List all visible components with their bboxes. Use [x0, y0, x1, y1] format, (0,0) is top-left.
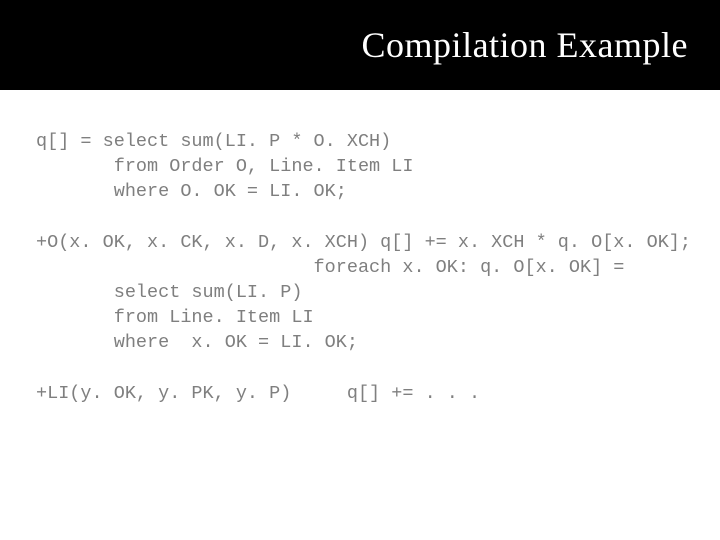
code-line: +LI(y. OK, y. PK, y. P) q[] += . . . [36, 383, 480, 404]
code-line: from Line. Item LI [36, 307, 314, 328]
slide-body: q[] = select sum(LI. P * O. XCH) from Or… [0, 90, 720, 407]
code-line: where O. OK = LI. OK; [36, 181, 347, 202]
code-line: foreach x. OK: q. O[x. OK] = [36, 257, 624, 278]
code-line: select sum(LI. P) [36, 282, 302, 303]
code-block-query: q[] = select sum(LI. P * O. XCH) from Or… [36, 130, 684, 205]
code-block-delta-o: +O(x. OK, x. CK, x. D, x. XCH) q[] += x.… [36, 231, 684, 356]
slide-title: Compilation Example [32, 24, 688, 66]
code-block-delta-li: +LI(y. OK, y. PK, y. P) q[] += . . . [36, 382, 684, 407]
code-line: where x. OK = LI. OK; [36, 332, 358, 353]
slide: Compilation Example q[] = select sum(LI.… [0, 0, 720, 540]
code-line: from Order O, Line. Item LI [36, 156, 413, 177]
title-bar: Compilation Example [0, 0, 720, 90]
code-line: q[] = select sum(LI. P * O. XCH) [36, 131, 391, 152]
code-line: +O(x. OK, x. CK, x. D, x. XCH) q[] += x.… [36, 232, 691, 253]
